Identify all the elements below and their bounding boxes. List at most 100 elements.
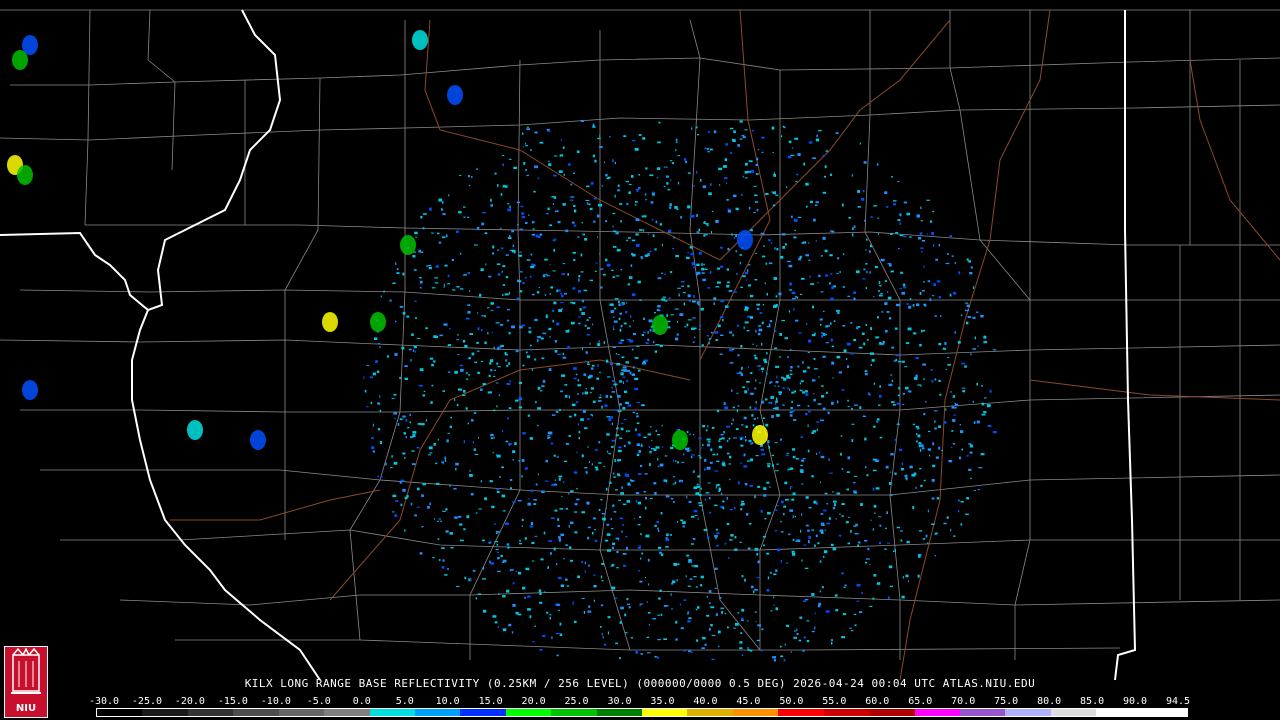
echo-speck bbox=[805, 182, 809, 186]
echo-speck bbox=[519, 539, 521, 543]
echo-speck bbox=[696, 301, 700, 304]
echo-speck bbox=[683, 650, 687, 652]
echo-speck bbox=[825, 274, 829, 277]
echo-speck bbox=[449, 532, 453, 535]
echo-speck bbox=[623, 418, 627, 421]
echo-speck bbox=[829, 254, 833, 257]
echo-speck bbox=[393, 461, 398, 465]
echo-speck bbox=[819, 560, 822, 563]
echo-speck bbox=[688, 500, 692, 503]
echo-speck bbox=[505, 440, 509, 443]
echo-speck bbox=[742, 386, 745, 389]
echo-speck bbox=[508, 362, 511, 365]
echo-speck bbox=[558, 536, 561, 539]
echo-speck bbox=[846, 358, 848, 360]
echo-speck bbox=[476, 341, 479, 344]
echo-speck bbox=[594, 270, 597, 272]
echo-speck bbox=[805, 205, 808, 208]
echo-speck bbox=[929, 298, 932, 302]
echo-speck bbox=[433, 335, 437, 338]
echo-speck bbox=[418, 249, 422, 253]
echo-speck bbox=[737, 354, 740, 357]
echo-speck bbox=[497, 551, 499, 553]
echo-speck bbox=[776, 505, 779, 507]
echo-speck bbox=[966, 497, 969, 500]
echo-speck bbox=[547, 566, 549, 569]
echo-speck bbox=[802, 649, 805, 652]
echo-speck bbox=[743, 416, 747, 420]
echo-speck bbox=[609, 362, 614, 365]
echo-speck bbox=[390, 467, 393, 469]
echo-speck bbox=[854, 404, 858, 406]
echo-speck bbox=[857, 190, 860, 193]
echo-speck bbox=[402, 452, 406, 455]
echo-speck bbox=[854, 533, 859, 535]
echo-speck bbox=[600, 604, 604, 607]
echo-speck bbox=[439, 334, 443, 337]
echo-speck bbox=[643, 331, 646, 333]
echo-speck bbox=[577, 423, 579, 426]
echo-speck bbox=[893, 550, 895, 553]
echo-speck bbox=[805, 390, 808, 393]
echo-speck bbox=[530, 489, 533, 492]
echo-speck bbox=[481, 315, 485, 317]
echo-speck bbox=[719, 316, 724, 319]
echo-speck bbox=[865, 466, 867, 469]
echo-speck bbox=[741, 608, 745, 612]
echo-speck bbox=[936, 280, 941, 283]
echo-speck bbox=[981, 413, 986, 416]
echo-speck bbox=[757, 624, 761, 627]
echo-speck bbox=[627, 441, 631, 443]
echo-speck bbox=[902, 404, 905, 406]
echo-speck bbox=[616, 248, 621, 252]
echo-speck bbox=[599, 146, 603, 148]
echo-speck bbox=[748, 522, 752, 525]
echo-speck bbox=[619, 312, 622, 315]
echo-speck bbox=[431, 287, 436, 289]
echo-speck bbox=[925, 400, 927, 403]
echo-speck bbox=[896, 423, 900, 425]
echo-speck bbox=[565, 442, 570, 445]
echo-speck bbox=[976, 420, 980, 424]
echo-speck bbox=[626, 598, 629, 601]
scale-label: 65.0 bbox=[908, 696, 933, 707]
echo-speck bbox=[731, 299, 733, 301]
echo-speck bbox=[589, 207, 593, 210]
echo-speck bbox=[691, 454, 695, 456]
echo-speck bbox=[693, 266, 697, 269]
echo-speck bbox=[659, 551, 662, 554]
echo-speck bbox=[891, 379, 894, 382]
echo-speck bbox=[598, 508, 601, 511]
echo-speck bbox=[831, 361, 835, 365]
echo-speck bbox=[547, 437, 550, 439]
echo-speck bbox=[864, 219, 866, 222]
echo-speck bbox=[628, 276, 633, 279]
echo-speck bbox=[960, 501, 964, 503]
echo-speck bbox=[635, 492, 640, 495]
echo-speck bbox=[639, 299, 642, 301]
echo-speck bbox=[714, 504, 718, 507]
echo-speck bbox=[614, 161, 616, 165]
echo-speck bbox=[752, 424, 755, 427]
echo-speck bbox=[903, 235, 907, 238]
echo-speck bbox=[631, 373, 636, 376]
echo-speck bbox=[615, 353, 618, 355]
echo-speck bbox=[687, 612, 689, 615]
echo-speck bbox=[761, 151, 764, 153]
echo-speck bbox=[518, 613, 522, 616]
scale-color-swatch bbox=[142, 709, 188, 716]
echo-speck bbox=[773, 573, 777, 576]
echo-speck bbox=[687, 447, 690, 450]
echo-speck bbox=[516, 297, 520, 300]
echo-speck bbox=[551, 483, 555, 487]
echo-speck bbox=[776, 463, 779, 465]
echo-speck bbox=[755, 455, 759, 457]
echo-speck bbox=[754, 201, 758, 203]
echo-speck bbox=[377, 402, 381, 405]
echo-speck bbox=[422, 227, 425, 230]
echo-speck bbox=[616, 427, 619, 430]
echo-speck bbox=[654, 524, 657, 527]
echo-speck bbox=[763, 544, 765, 547]
echo-speck bbox=[643, 317, 645, 320]
echo-speck bbox=[537, 335, 541, 339]
